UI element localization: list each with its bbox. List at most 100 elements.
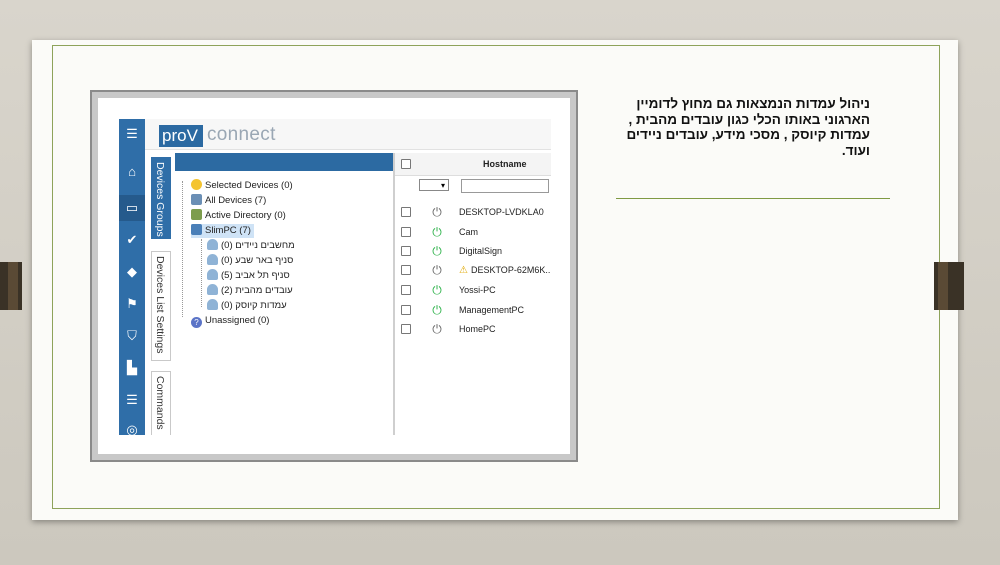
side-nav: ☰ ⌂ ▭ ✔ ◆ ⚑ ⛉ ▙ ☰ ◎	[119, 119, 145, 435]
tree-item-unassigned[interactable]: ? Unassigned (0)	[191, 314, 269, 328]
list-header: Hostname	[395, 153, 551, 176]
power-on-icon: ⏻	[432, 244, 442, 258]
star-icon	[191, 179, 202, 190]
group-icon	[207, 299, 218, 310]
device-hostname-text: Yossi-PC	[459, 285, 496, 295]
tree-item-selected-devices[interactable]: Selected Devices (0)	[191, 179, 293, 193]
tree-item-label: SlimPC (7)	[205, 225, 251, 236]
device-hostname-text: DESKTOP-LVDKLA0	[459, 207, 544, 217]
device-hostname: DigitalSign	[459, 242, 502, 260]
device-hostname: DESKTOP-LVDKLA0	[459, 203, 544, 221]
menu-icon[interactable]: ☰	[123, 125, 141, 143]
tree-item-label: Active Directory (0)	[205, 210, 286, 221]
tree-item-group[interactable]: מחשבים ניידים (0)	[207, 239, 295, 253]
tree-item-label: סניף תל אביב (5)	[221, 270, 290, 281]
tree-item-group[interactable]: סניף תל אביב (5)	[207, 269, 290, 283]
hostname-column-header[interactable]: Hostname	[483, 159, 527, 169]
description-underline	[616, 198, 890, 199]
row-checkbox[interactable]	[401, 324, 411, 334]
group-icon	[207, 269, 218, 280]
filter-select[interactable]: ▾	[419, 179, 449, 191]
tree-item-group[interactable]: סניף באר שבע (0)	[207, 254, 293, 268]
app-topbar	[145, 119, 551, 150]
tree-guide-line-child	[201, 239, 202, 307]
hostname-filter-input[interactable]	[461, 179, 549, 193]
tree-item-group[interactable]: עמדות קיוסק (0)	[207, 299, 287, 313]
tab-devices-groups-label: Devices Groups	[154, 162, 166, 237]
device-hostname: Yossi-PC	[459, 281, 496, 299]
tree-item-label: Unassigned (0)	[205, 315, 270, 326]
home-icon[interactable]: ⌂	[123, 163, 141, 181]
tree-item-label: עובדים מהבית (2)	[221, 285, 293, 296]
device-row[interactable]: ⏻ Yossi-PC	[395, 281, 551, 299]
tab-devices-list-settings[interactable]: Devices List Settings	[151, 251, 171, 361]
row-checkbox[interactable]	[401, 285, 411, 295]
tab-devices-groups[interactable]: Devices Groups	[151, 157, 171, 239]
tree-item-label: סניף באר שבע (0)	[221, 255, 294, 266]
power-on-icon: ⏻	[432, 303, 442, 317]
device-row[interactable]: ⏻ ⚠ DESKTOP-62M6K...	[395, 261, 551, 279]
device-hostname-text: DigitalSign	[459, 246, 503, 256]
group-icon	[207, 239, 218, 250]
right-clip	[934, 262, 964, 310]
tree-item-label: עמדות קיוסק (0)	[221, 300, 287, 311]
device-hostname-text: Cam	[459, 227, 479, 237]
tree-item-label: All Devices (7)	[205, 195, 267, 206]
device-hostname: HomePC	[459, 320, 496, 338]
tree-item-slimpc[interactable]: SlimPC (7)	[191, 224, 254, 238]
flag-icon[interactable]: ⚑	[123, 295, 141, 313]
provconnect-app: proV connect ☰ ⌂ ▭ ✔ ◆ ⚑ ⛉ ▙ ☰ ◎ Devices…	[119, 119, 551, 435]
select-all-checkbox[interactable]	[401, 159, 411, 169]
tree-header-bar	[175, 153, 393, 171]
power-on-icon: ⏻	[432, 225, 442, 239]
power-off-icon: ⏻	[432, 322, 442, 336]
screenshot-inner: proV connect ☰ ⌂ ▭ ✔ ◆ ⚑ ⛉ ▙ ☰ ◎ Devices…	[98, 98, 570, 454]
device-groups-tree: Selected Devices (0) All Devices (7) Act…	[175, 153, 395, 435]
device-hostname: ⚠ DESKTOP-62M6K...	[459, 261, 551, 280]
power-off-icon: ⏻	[432, 263, 442, 277]
tree-guide-line	[182, 181, 183, 317]
power-off-icon: ⏻	[432, 205, 442, 219]
brand-connect: connect	[207, 124, 276, 145]
device-list: Hostname ▾ ⏻ DESKTOP-LVDKLA0 ⏻ Cam ⏻ Dig…	[395, 153, 551, 435]
slide-description: ניהול עמדות הנמצאות גם מחוץ לדומיין הארג…	[626, 96, 870, 158]
check-double-icon[interactable]: ✔	[123, 231, 141, 249]
device-hostname: ManagementPC	[459, 301, 524, 319]
device-hostname-text: HomePC	[459, 324, 496, 334]
tree-item-all-devices[interactable]: All Devices (7)	[191, 194, 266, 208]
row-checkbox[interactable]	[401, 207, 411, 217]
directions-icon[interactable]: ◆	[123, 263, 141, 281]
row-checkbox[interactable]	[401, 227, 411, 237]
tree-item-group[interactable]: עובדים מהבית (2)	[207, 284, 293, 298]
device-row[interactable]: ⏻ DigitalSign	[395, 242, 551, 260]
database-icon[interactable]: ◎	[123, 421, 141, 435]
tab-devices-list-settings-label: Devices List Settings	[154, 256, 166, 354]
tree-item-label: Selected Devices (0)	[205, 180, 293, 191]
monitor-icon[interactable]: ▭	[119, 195, 145, 221]
row-checkbox[interactable]	[401, 246, 411, 256]
building-icon[interactable]: ▙	[123, 359, 141, 377]
device-hostname: Cam	[459, 223, 478, 241]
left-clip	[0, 262, 22, 310]
tab-commands[interactable]: Commands	[151, 371, 171, 435]
all-devices-icon	[191, 194, 202, 205]
brand-pro: proV	[159, 125, 203, 147]
list-check-icon[interactable]: ☰	[123, 391, 141, 409]
group-icon	[207, 254, 218, 265]
device-hostname-text: ManagementPC	[459, 305, 525, 315]
vertical-tabs: Devices Groups Devices List Settings Com…	[149, 157, 173, 435]
row-checkbox[interactable]	[401, 265, 411, 275]
tree-item-label: מחשבים ניידים (0)	[221, 240, 295, 251]
device-row[interactable]: ⏻ DESKTOP-LVDKLA0	[395, 203, 551, 221]
warning-icon: ⚠	[459, 265, 468, 276]
group-icon	[207, 284, 218, 295]
tab-commands-label: Commands	[154, 376, 166, 430]
power-on-icon: ⏻	[432, 283, 442, 297]
tree-item-active-directory[interactable]: Active Directory (0)	[191, 209, 286, 223]
row-checkbox[interactable]	[401, 305, 411, 315]
device-row[interactable]: ⏻ Cam	[395, 223, 551, 241]
shield-icon[interactable]: ⛉	[123, 327, 141, 345]
device-row[interactable]: ⏻ HomePC	[395, 320, 551, 338]
device-row[interactable]: ⏻ ManagementPC	[395, 301, 551, 319]
unassigned-icon: ?	[191, 317, 202, 328]
